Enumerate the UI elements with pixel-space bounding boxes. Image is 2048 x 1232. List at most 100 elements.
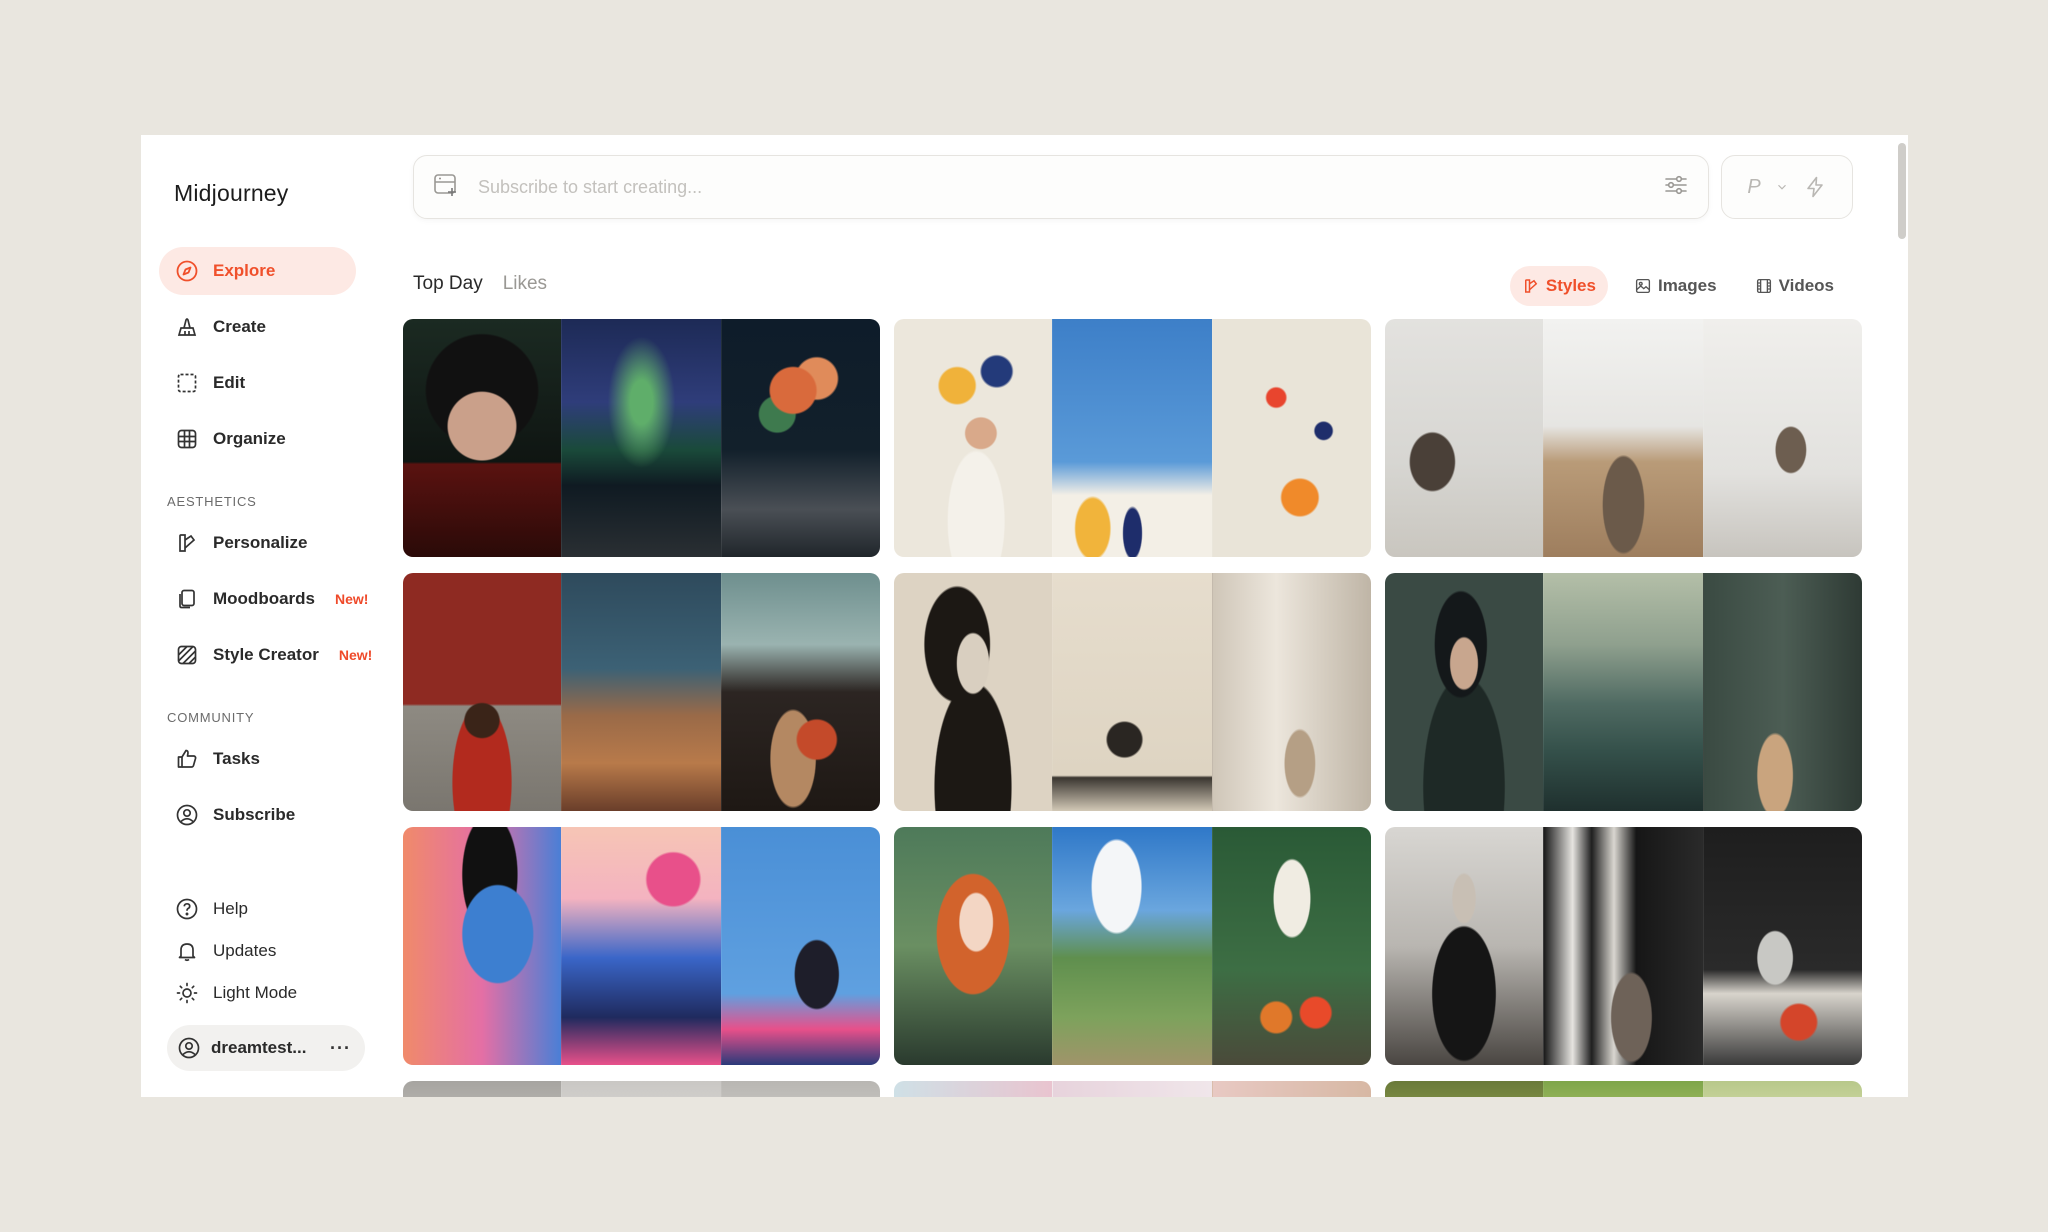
moodboard-icon bbox=[175, 587, 199, 611]
gallery-image bbox=[561, 1081, 721, 1097]
brush-icon bbox=[175, 315, 199, 339]
style-card[interactable] bbox=[1385, 573, 1862, 811]
gallery-image bbox=[1211, 1081, 1371, 1097]
content-filters: Styles Images Videos bbox=[1509, 266, 1846, 306]
sun-icon bbox=[175, 981, 199, 1005]
sidebar-item-tasks[interactable]: Tasks bbox=[159, 735, 356, 783]
style-creator-icon bbox=[175, 643, 199, 667]
gallery-image bbox=[720, 827, 880, 1065]
compass-icon bbox=[175, 259, 199, 283]
style-card[interactable] bbox=[894, 827, 1371, 1065]
gallery-image bbox=[1385, 319, 1544, 557]
gallery-image bbox=[561, 827, 721, 1065]
tab-top-day[interactable]: Top Day bbox=[413, 273, 483, 295]
gallery-image bbox=[1385, 827, 1544, 1065]
styles-icon bbox=[1522, 277, 1540, 295]
style-card[interactable] bbox=[1385, 1081, 1862, 1097]
sidebar-item-label: Updates bbox=[213, 941, 277, 960]
gallery-image bbox=[1543, 573, 1703, 811]
gallery-image bbox=[403, 827, 562, 1065]
gallery-image bbox=[1543, 319, 1703, 557]
prompt-bar[interactable]: Subscribe to start creating... bbox=[413, 155, 1709, 219]
new-badge: New! bbox=[335, 591, 369, 607]
user-circle-icon bbox=[175, 803, 199, 827]
thumbs-up-icon bbox=[175, 747, 199, 771]
help-icon bbox=[175, 897, 199, 921]
image-icon bbox=[1634, 277, 1652, 295]
sidebar-item-label: Subscribe bbox=[213, 805, 296, 824]
more-options-icon[interactable]: ··· bbox=[330, 1038, 351, 1059]
filter-images-button[interactable]: Images bbox=[1622, 266, 1729, 306]
prompt-input[interactable]: Subscribe to start creating... bbox=[478, 177, 1662, 198]
sidebar-item-label: Explore bbox=[213, 261, 276, 280]
style-card[interactable] bbox=[403, 1081, 880, 1097]
gallery-image bbox=[894, 319, 1053, 557]
gallery-image bbox=[894, 573, 1053, 811]
mode-selector[interactable]: P bbox=[1721, 155, 1853, 219]
gallery-image bbox=[720, 1081, 880, 1097]
sidebar-item-style-creator[interactable]: Style Creator New! bbox=[159, 631, 389, 679]
filter-styles-button[interactable]: Styles bbox=[1509, 266, 1608, 306]
gallery-image bbox=[1052, 573, 1212, 811]
sidebar-item-updates[interactable]: Updates bbox=[159, 927, 356, 975]
sidebar-item-help[interactable]: Help bbox=[159, 885, 356, 933]
brand-logo-text[interactable]: Midjourney bbox=[174, 180, 289, 207]
gallery-image bbox=[1702, 827, 1862, 1065]
user-name: dreamtest... bbox=[211, 1038, 307, 1057]
sidebar-item-label: Style Creator bbox=[213, 645, 319, 664]
chevron-down-icon bbox=[1775, 180, 1789, 194]
sidebar-item-label: Personalize bbox=[213, 533, 308, 552]
gallery-image bbox=[1702, 573, 1862, 811]
sidebar-item-label: Help bbox=[213, 899, 248, 918]
user-account-button[interactable]: dreamtest... ··· bbox=[167, 1025, 365, 1071]
sidebar-item-organize[interactable]: Organize bbox=[159, 415, 356, 463]
gallery-image bbox=[1211, 573, 1371, 811]
tab-likes[interactable]: Likes bbox=[503, 273, 547, 295]
filter-label: Images bbox=[1657, 276, 1717, 295]
sidebar-item-label: Create bbox=[213, 317, 266, 336]
sidebar-item-personalize[interactable]: Personalize bbox=[159, 519, 356, 567]
style-card[interactable] bbox=[894, 319, 1371, 557]
gallery-image bbox=[1385, 573, 1544, 811]
gallery-image bbox=[1211, 827, 1371, 1065]
sidebar-item-moodboards[interactable]: Moodboards New! bbox=[159, 575, 389, 623]
gallery-image bbox=[403, 319, 562, 557]
style-card[interactable] bbox=[894, 573, 1371, 811]
add-image-icon[interactable] bbox=[432, 171, 460, 204]
filter-videos-button[interactable]: Videos bbox=[1743, 266, 1846, 306]
sidebar-item-edit[interactable]: Edit bbox=[159, 359, 356, 407]
settings-sliders-icon[interactable] bbox=[1662, 171, 1690, 204]
gallery-image bbox=[1543, 827, 1703, 1065]
personalize-icon bbox=[175, 531, 199, 555]
edit-icon bbox=[175, 371, 199, 395]
style-card[interactable] bbox=[1385, 827, 1862, 1065]
gallery-image bbox=[1543, 1081, 1703, 1097]
sidebar-item-light-mode[interactable]: Light Mode bbox=[159, 969, 356, 1017]
lightning-icon[interactable] bbox=[1803, 175, 1827, 199]
sidebar: Midjourney Explore Create Edit Organize bbox=[141, 135, 391, 1097]
gallery-image bbox=[1052, 1081, 1212, 1097]
avatar bbox=[177, 1036, 201, 1060]
sidebar-item-subscribe[interactable]: Subscribe bbox=[159, 791, 356, 839]
gallery-image bbox=[720, 319, 880, 557]
sidebar-item-label: Tasks bbox=[213, 749, 260, 768]
style-card[interactable] bbox=[403, 319, 880, 557]
scrollbar-thumb[interactable] bbox=[1898, 143, 1906, 239]
style-card[interactable] bbox=[403, 573, 880, 811]
style-card[interactable] bbox=[1385, 319, 1862, 557]
new-badge: New! bbox=[338, 647, 373, 663]
gallery-image bbox=[1702, 319, 1862, 557]
bell-icon bbox=[175, 939, 199, 963]
sidebar-item-label: Moodboards bbox=[213, 589, 315, 608]
gallery-image bbox=[894, 1081, 1053, 1097]
mode-label: P bbox=[1747, 175, 1761, 198]
app-window: Midjourney Explore Create Edit Organize bbox=[141, 135, 1908, 1097]
sidebar-item-create[interactable]: Create bbox=[159, 303, 356, 351]
sidebar-item-label: Edit bbox=[213, 373, 246, 392]
style-card[interactable] bbox=[403, 827, 880, 1065]
sidebar-item-explore[interactable]: Explore bbox=[159, 247, 356, 295]
style-card[interactable] bbox=[894, 1081, 1371, 1097]
section-label-aesthetics: AESTHETICS bbox=[167, 494, 257, 509]
film-icon bbox=[1755, 277, 1773, 295]
grid-icon bbox=[175, 427, 199, 451]
